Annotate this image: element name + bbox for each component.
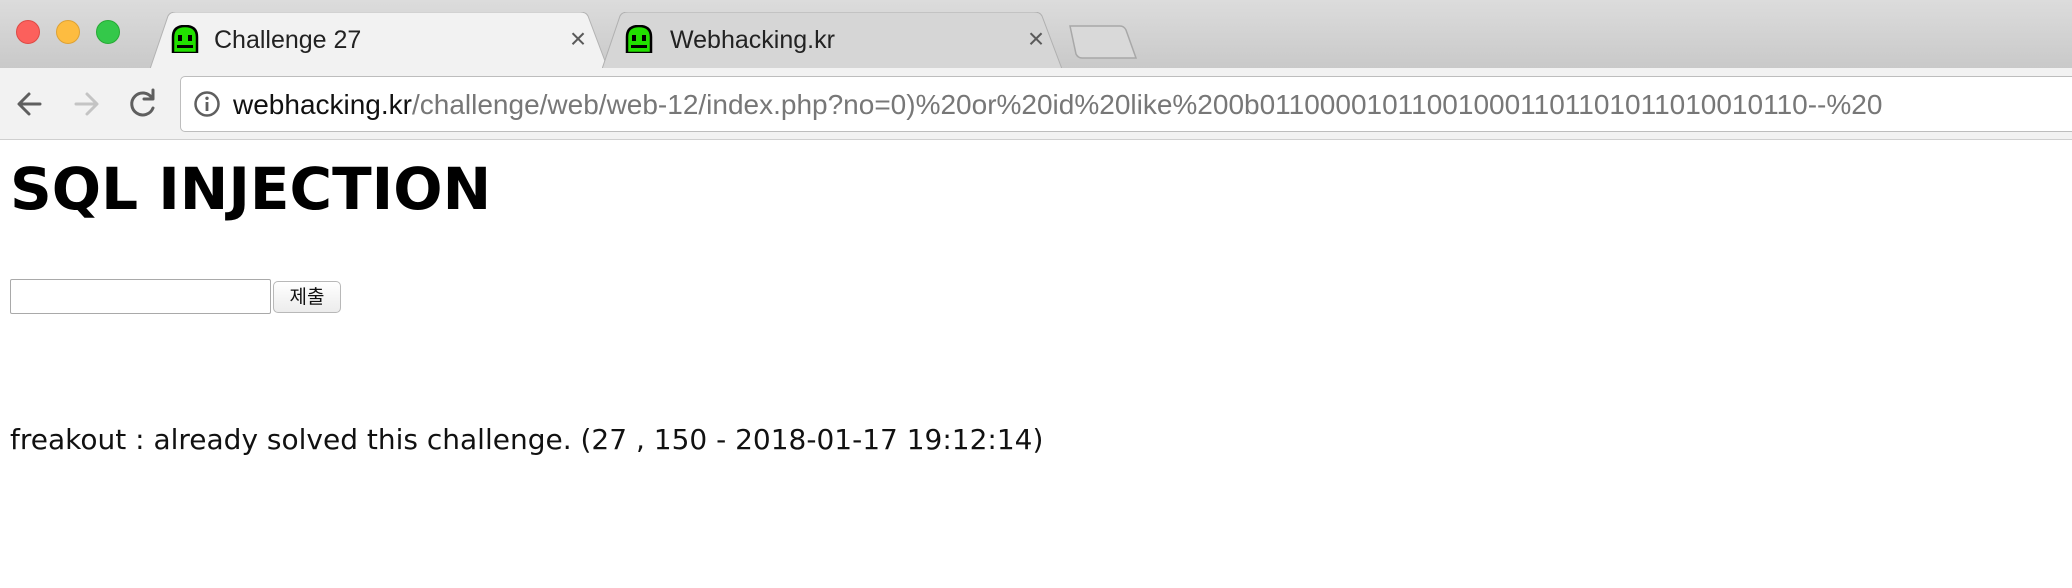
window-close-button[interactable] xyxy=(16,20,40,44)
new-tab-button[interactable] xyxy=(1068,24,1138,60)
tab-title: Challenge 27 xyxy=(214,26,362,54)
green-ghost-icon xyxy=(171,25,199,53)
browser-window: Challenge 27 × Webhacking.kr × webhackin… xyxy=(0,0,2072,588)
green-ghost-icon xyxy=(625,25,653,53)
address-bar[interactable]: webhacking.kr/challenge/web/web-12/index… xyxy=(180,76,2072,132)
solved-status-text: freakout : already solved this challenge… xyxy=(10,423,1044,456)
forward-arrow-icon[interactable] xyxy=(66,84,106,124)
answer-input[interactable] xyxy=(10,279,271,314)
tab-close-icon[interactable]: × xyxy=(1022,25,1050,53)
tab-close-icon[interactable]: × xyxy=(564,25,592,53)
submit-button[interactable]: 제출 xyxy=(273,281,341,313)
info-icon[interactable] xyxy=(193,90,221,118)
tab-challenge-27[interactable]: Challenge 27 × xyxy=(150,12,608,69)
window-minimize-button[interactable] xyxy=(56,20,80,44)
url-path: /challenge/web/web-12/index.php?no=0)%20… xyxy=(411,89,1883,120)
window-maximize-button[interactable] xyxy=(96,20,120,44)
url-host: webhacking.kr xyxy=(233,89,412,120)
browser-toolbar: webhacking.kr/challenge/web/web-12/index… xyxy=(0,68,2072,140)
page-title: SQL INJECTION xyxy=(10,155,492,223)
tab-webhacking-kr[interactable]: Webhacking.kr × xyxy=(602,12,1062,69)
back-arrow-icon[interactable] xyxy=(10,84,50,124)
page-content: SQL INJECTION 제출 freakout : already solv… xyxy=(0,140,2072,588)
tab-strip: Challenge 27 × Webhacking.kr × xyxy=(0,0,2072,69)
url-text: webhacking.kr/challenge/web/web-12/index… xyxy=(233,89,1882,121)
reload-icon[interactable] xyxy=(122,84,162,124)
tab-title: Webhacking.kr xyxy=(670,26,835,54)
